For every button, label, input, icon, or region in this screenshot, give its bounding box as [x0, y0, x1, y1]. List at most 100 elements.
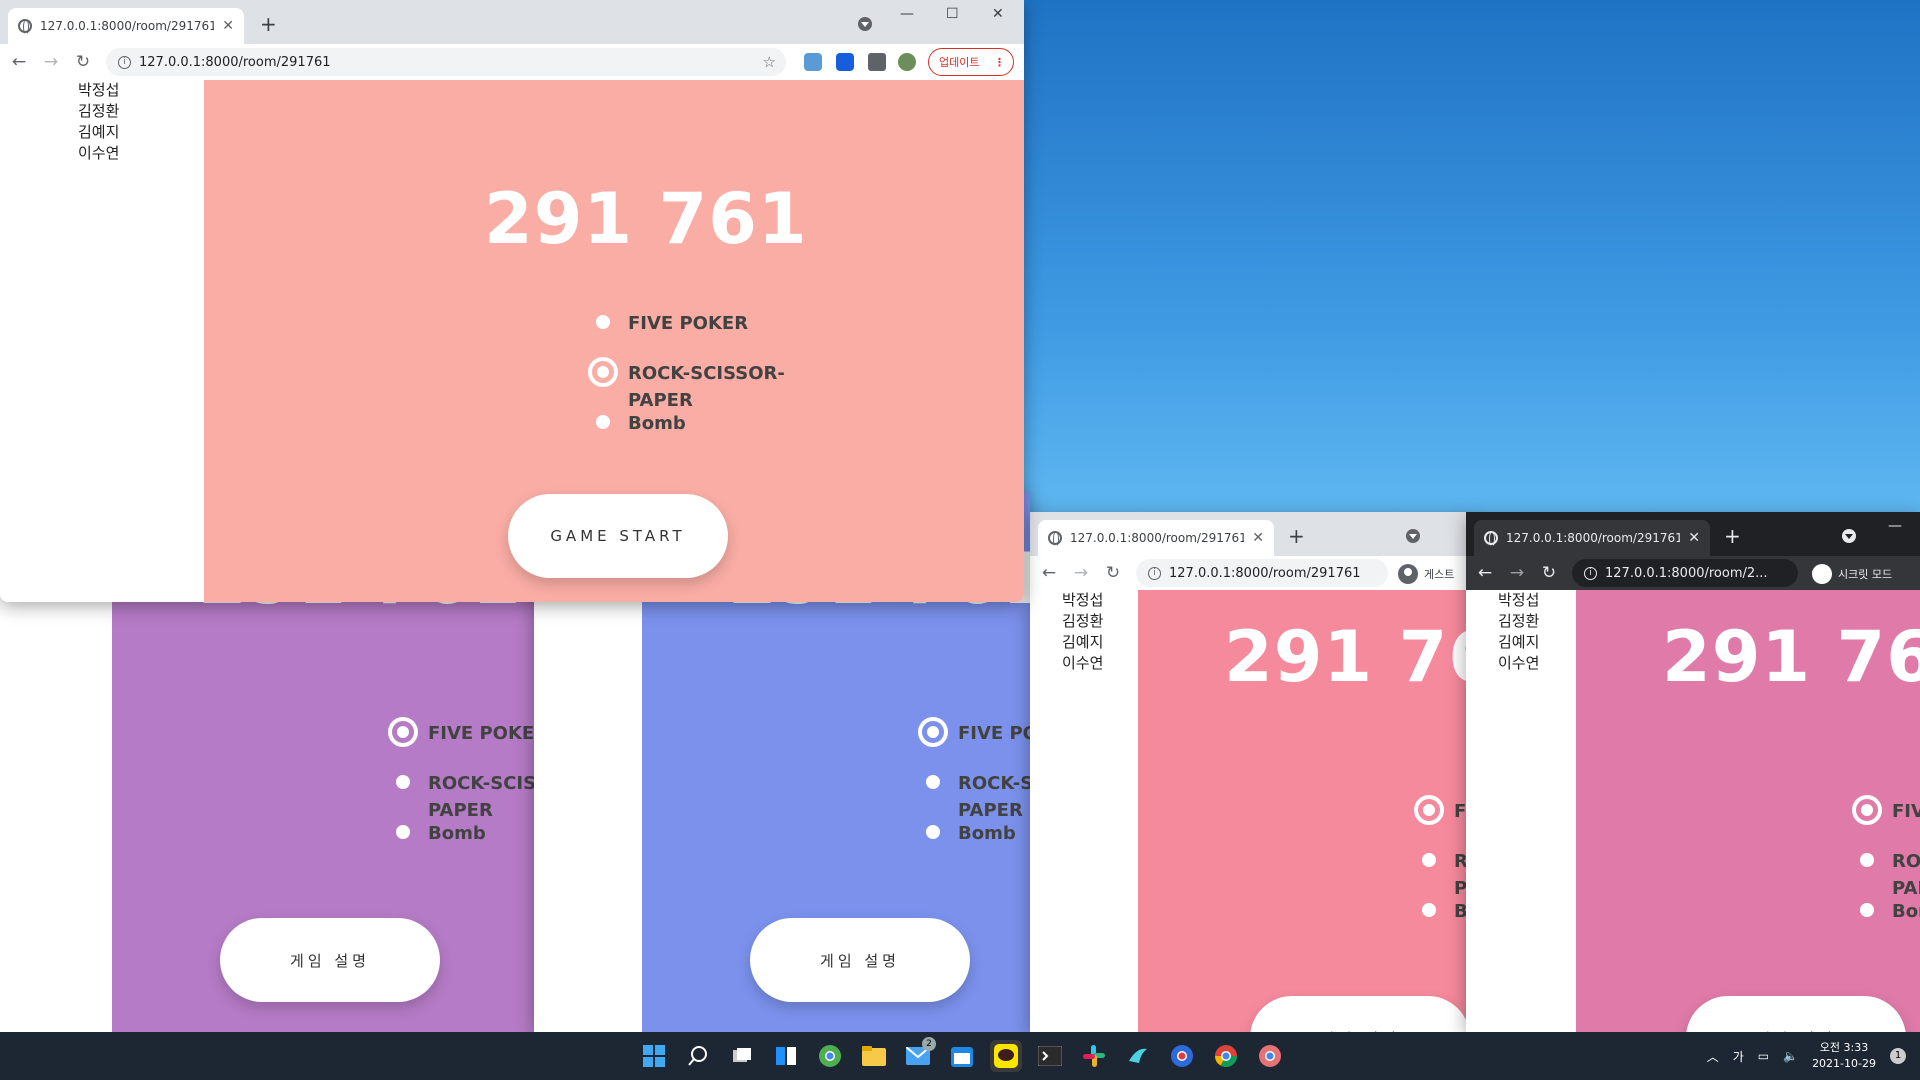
- game-start-button[interactable]: GAME START: [508, 494, 728, 578]
- game-label: Bomb: [428, 823, 486, 844]
- file-explorer-icon[interactable]: [858, 1040, 890, 1072]
- game-rules-button[interactable]: 게임 설명: [220, 918, 440, 1002]
- radio-unselected[interactable]: [1422, 903, 1436, 917]
- game-label: Bomb: [958, 823, 1016, 844]
- address-bar[interactable]: i 127.0.0.1:8000/room/291761: [1136, 559, 1388, 587]
- slack-icon[interactable]: [1078, 1040, 1110, 1072]
- bookmark-star-icon[interactable]: ☆: [763, 53, 776, 71]
- chrome-icon[interactable]: [1210, 1040, 1242, 1072]
- minimize-button[interactable]: —: [1888, 518, 1902, 534]
- tab-search-icon[interactable]: [1842, 529, 1856, 543]
- ime-indicator[interactable]: 가: [1733, 1048, 1744, 1065]
- game-rules-button[interactable]: 게임 설명: [1250, 996, 1470, 1032]
- info-icon[interactable]: i: [1148, 566, 1161, 580]
- incognito-profile-button[interactable]: 시크릿 모드: [1812, 564, 1892, 584]
- radio-selected[interactable]: [588, 357, 618, 387]
- close-tab-icon[interactable]: ✕: [222, 18, 234, 34]
- game-rules-button[interactable]: 게임 설명: [750, 918, 970, 1002]
- reload-icon[interactable]: ↻: [1540, 563, 1558, 583]
- page-content: 박정섭 김정환 김예지 이수연 291 761 FIVE POKER ROCK-…: [1030, 590, 1470, 1032]
- room-code: 291 761: [484, 178, 808, 260]
- forward-icon[interactable]: →: [1072, 563, 1090, 583]
- globe-icon: [18, 19, 32, 35]
- reload-icon[interactable]: ↻: [74, 52, 92, 72]
- calendar-icon[interactable]: [946, 1040, 978, 1072]
- game-label: Bomb: [628, 413, 686, 434]
- player-name: 이수연: [1498, 654, 1540, 672]
- browser-window-incognito: 127.0.0.1:8000/room/291761 ✕ + — ← → ↻ i…: [1466, 512, 1920, 1032]
- radio-unselected[interactable]: [1860, 903, 1874, 917]
- volume-icon[interactable]: 🔈: [1783, 1049, 1798, 1063]
- radio-unselected[interactable]: [926, 825, 940, 839]
- new-tab-button[interactable]: +: [1724, 524, 1741, 548]
- address-bar[interactable]: i 127.0.0.1:8000/room/2... ☆: [1572, 559, 1824, 587]
- close-window-button[interactable]: ✕: [992, 6, 1004, 22]
- back-icon[interactable]: ←: [1476, 563, 1494, 583]
- radio-unselected[interactable]: [596, 315, 610, 329]
- radio-unselected[interactable]: [1860, 853, 1874, 867]
- close-tab-icon[interactable]: ✕: [1688, 530, 1700, 546]
- clock[interactable]: 오전 3:33 2021-10-29: [1812, 1040, 1876, 1072]
- chrome-beta-icon[interactable]: [1254, 1040, 1286, 1072]
- info-icon[interactable]: i: [1584, 566, 1597, 580]
- windows-start-icon[interactable]: [638, 1040, 670, 1072]
- radio-unselected[interactable]: [596, 415, 610, 429]
- bird-app-icon[interactable]: [1122, 1040, 1154, 1072]
- notification-badge[interactable]: 1: [1890, 1048, 1906, 1064]
- network-icon[interactable]: ▭: [1758, 1049, 1769, 1063]
- address-text: 127.0.0.1:8000/room/2...: [1605, 565, 1768, 581]
- radio-selected[interactable]: [918, 717, 948, 747]
- taskbar: 2 ︿ 가 ▭ 🔈 오전 3:33 2021-10-29 1: [0, 1032, 1920, 1080]
- forward-icon[interactable]: →: [42, 52, 60, 72]
- radio-unselected[interactable]: [926, 775, 940, 789]
- radio-selected[interactable]: [388, 717, 418, 747]
- kakaotalk-icon[interactable]: [990, 1040, 1022, 1072]
- browser-tab[interactable]: 127.0.0.1:8000/room/291761 ✕: [1038, 520, 1274, 556]
- guest-profile-button[interactable]: 게스트: [1398, 564, 1454, 584]
- tab-strip: 127.0.0.1:8000/room/291761 ✕ +: [1030, 512, 1470, 556]
- browser-tab[interactable]: 127.0.0.1:8000/room/291761 ✕: [8, 8, 244, 44]
- reload-icon[interactable]: ↻: [1104, 563, 1122, 583]
- game-label: FIVE POKER: [428, 723, 534, 744]
- update-button[interactable]: 업데이트 ⋮: [928, 48, 1014, 76]
- translate-extension-icon[interactable]: [804, 53, 822, 71]
- forward-icon[interactable]: →: [1508, 563, 1526, 583]
- widgets-icon[interactable]: [770, 1040, 802, 1072]
- task-view-icon[interactable]: [726, 1040, 758, 1072]
- mail-icon[interactable]: 2: [902, 1037, 936, 1072]
- page-content: 박정섭 김정환 김예지 이수연 291 761 FIVE POKER ROCK-…: [1466, 590, 1920, 1032]
- game-rules-button[interactable]: 게임 설명: [1686, 996, 1906, 1032]
- update-label: 업데이트: [939, 56, 980, 69]
- player-name: 김정환: [1498, 612, 1540, 630]
- radio-unselected[interactable]: [396, 825, 410, 839]
- radio-selected[interactable]: [1852, 795, 1882, 825]
- extensions-puzzle-icon[interactable]: [868, 53, 886, 71]
- tab-search-icon[interactable]: [858, 17, 872, 31]
- clock-time: 오전 3:33: [1819, 1041, 1869, 1054]
- address-text: 127.0.0.1:8000/room/291761: [1169, 565, 1361, 581]
- player-list: 박정섭 김정환 김예지 이수연: [1498, 590, 1539, 674]
- tab-search-icon[interactable]: [1406, 529, 1420, 543]
- profile-avatar[interactable]: [898, 53, 916, 71]
- browser-tab[interactable]: 127.0.0.1:8000/room/291761 ✕: [1474, 520, 1710, 556]
- new-tab-button[interactable]: +: [1288, 524, 1305, 548]
- radio-unselected[interactable]: [1422, 853, 1436, 867]
- address-bar[interactable]: i 127.0.0.1:8000/room/291761 ☆: [106, 48, 786, 76]
- back-icon[interactable]: ←: [10, 52, 28, 72]
- tray-chevron-icon[interactable]: ︿: [1707, 1048, 1719, 1065]
- new-tab-button[interactable]: +: [260, 12, 277, 36]
- close-tab-icon[interactable]: ✕: [1252, 530, 1264, 546]
- chrome-canary-icon[interactable]: [1166, 1040, 1198, 1072]
- maximize-button[interactable]: ☐: [946, 6, 959, 22]
- radio-selected[interactable]: [1414, 795, 1444, 825]
- chrome-dev-icon[interactable]: [814, 1040, 846, 1072]
- address-text: 127.0.0.1:8000/room/291761: [139, 54, 331, 70]
- terminal-icon[interactable]: [1034, 1040, 1066, 1072]
- radio-unselected[interactable]: [396, 775, 410, 789]
- browser-toolbar: ← → ↻ i 127.0.0.1:8000/room/291761 게스트: [1030, 556, 1470, 590]
- minimize-button[interactable]: —: [900, 6, 914, 22]
- info-icon[interactable]: i: [118, 55, 131, 69]
- back-icon[interactable]: ←: [1040, 563, 1058, 583]
- bitwarden-extension-icon[interactable]: [836, 53, 854, 71]
- search-icon[interactable]: [682, 1040, 714, 1072]
